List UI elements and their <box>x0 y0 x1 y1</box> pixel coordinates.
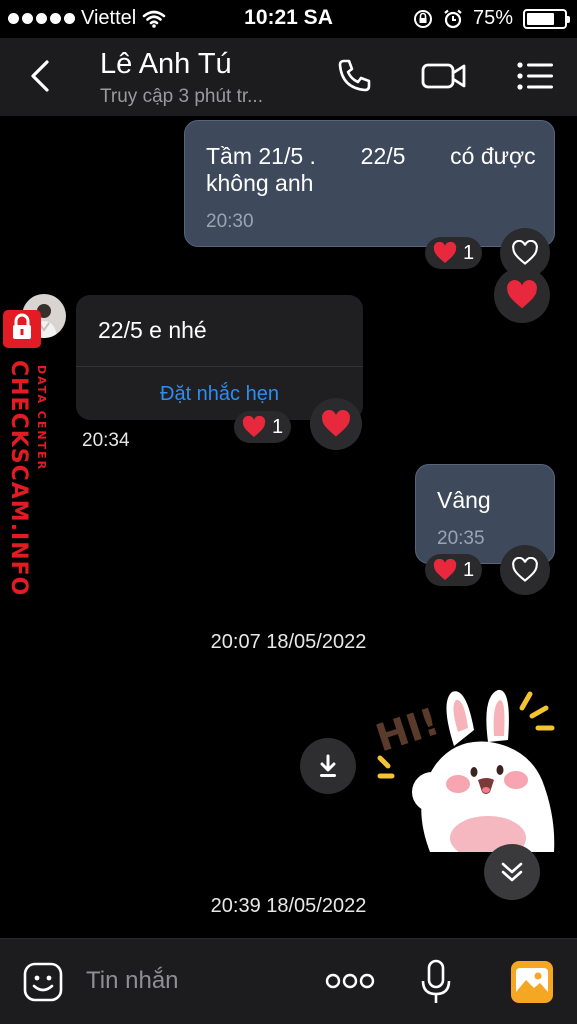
contact-name[interactable]: Lê Anh Tú <box>100 48 232 81</box>
heart-icon <box>507 280 537 309</box>
double-chevron-down-icon <box>501 862 523 882</box>
heart-icon <box>433 242 457 263</box>
reaction-count-badge[interactable]: 1 <box>425 237 483 269</box>
back-chevron-icon[interactable] <box>22 56 58 96</box>
message-time: 20:34 <box>82 430 130 451</box>
date-separator: 20:39 18/05/2022 <box>210 895 367 917</box>
message-text: Tầm 21/5 . 22/5 có được không anh <box>206 143 543 196</box>
react-button[interactable] <box>310 398 362 450</box>
bubble-divider <box>76 366 363 367</box>
reaction-count-badge[interactable]: 1 <box>425 554 483 586</box>
message-time: 20:35 <box>437 528 485 549</box>
bunny-sticker-image: HI! <box>371 689 555 860</box>
download-button[interactable] <box>300 738 356 794</box>
battery-percent: 75% <box>472 7 513 29</box>
date-separator: 20:07 18/05/2022 <box>210 631 367 653</box>
message-input[interactable]: Tin nhắn <box>86 967 179 995</box>
message-time: 20:30 <box>206 211 254 232</box>
last-seen-status: Truy cập 3 phút tr... <box>100 86 263 107</box>
quick-heart-reaction[interactable] <box>494 267 550 323</box>
watermark-brand: CHECKSCAM.INFO <box>6 360 31 597</box>
phone-call-icon[interactable] <box>334 56 374 96</box>
message-bubble-outgoing[interactable]: Tầm 21/5 . 22/5 có được không anh 20:30 <box>184 120 555 247</box>
heart-icon <box>242 416 266 437</box>
orientation-lock-icon <box>413 9 432 28</box>
message-text: 22/5 e nhé <box>98 317 207 343</box>
reaction-count: 1 <box>463 558 475 581</box>
heart-outline-icon <box>512 240 538 265</box>
menu-list-icon[interactable] <box>516 56 556 96</box>
sticker-emoji-icon[interactable] <box>22 961 64 1003</box>
chat-header: Lê Anh Tú Truy cập 3 phút tr... <box>0 38 577 116</box>
video-call-icon[interactable] <box>420 56 468 96</box>
status-right: 75% <box>413 7 570 30</box>
more-options-icon[interactable] <box>325 972 375 990</box>
sticker-bunny-hi[interactable]: HI! <box>370 680 560 860</box>
scroll-to-bottom-button[interactable] <box>484 844 540 900</box>
heart-icon <box>322 410 350 437</box>
status-bar: Viettel 10:21 SA 75% <box>0 0 577 38</box>
message-composer: Tin nhắn <box>0 938 577 1024</box>
message-bubble-incoming[interactable]: 22/5 e nhé Đặt nhắc hẹn <box>76 295 363 420</box>
battery-icon <box>523 8 570 29</box>
reaction-count: 1 <box>463 241 475 264</box>
sticker-text: HI! <box>371 699 445 760</box>
microphone-icon[interactable] <box>420 959 452 1005</box>
watermark-subtitle: DATA CENTER <box>35 365 48 472</box>
alarm-icon <box>444 9 462 28</box>
gallery-image-icon[interactable] <box>510 960 554 1004</box>
watermark-logo <box>3 310 41 348</box>
heart-icon <box>433 559 457 580</box>
download-icon <box>320 754 336 777</box>
reaction-count-badge[interactable]: 1 <box>234 411 292 443</box>
lock-logo-icon <box>13 313 31 339</box>
heart-outline-icon <box>512 557 538 582</box>
react-button[interactable] <box>500 545 550 595</box>
message-text: Vâng <box>437 487 491 513</box>
reaction-count: 1 <box>272 415 284 438</box>
